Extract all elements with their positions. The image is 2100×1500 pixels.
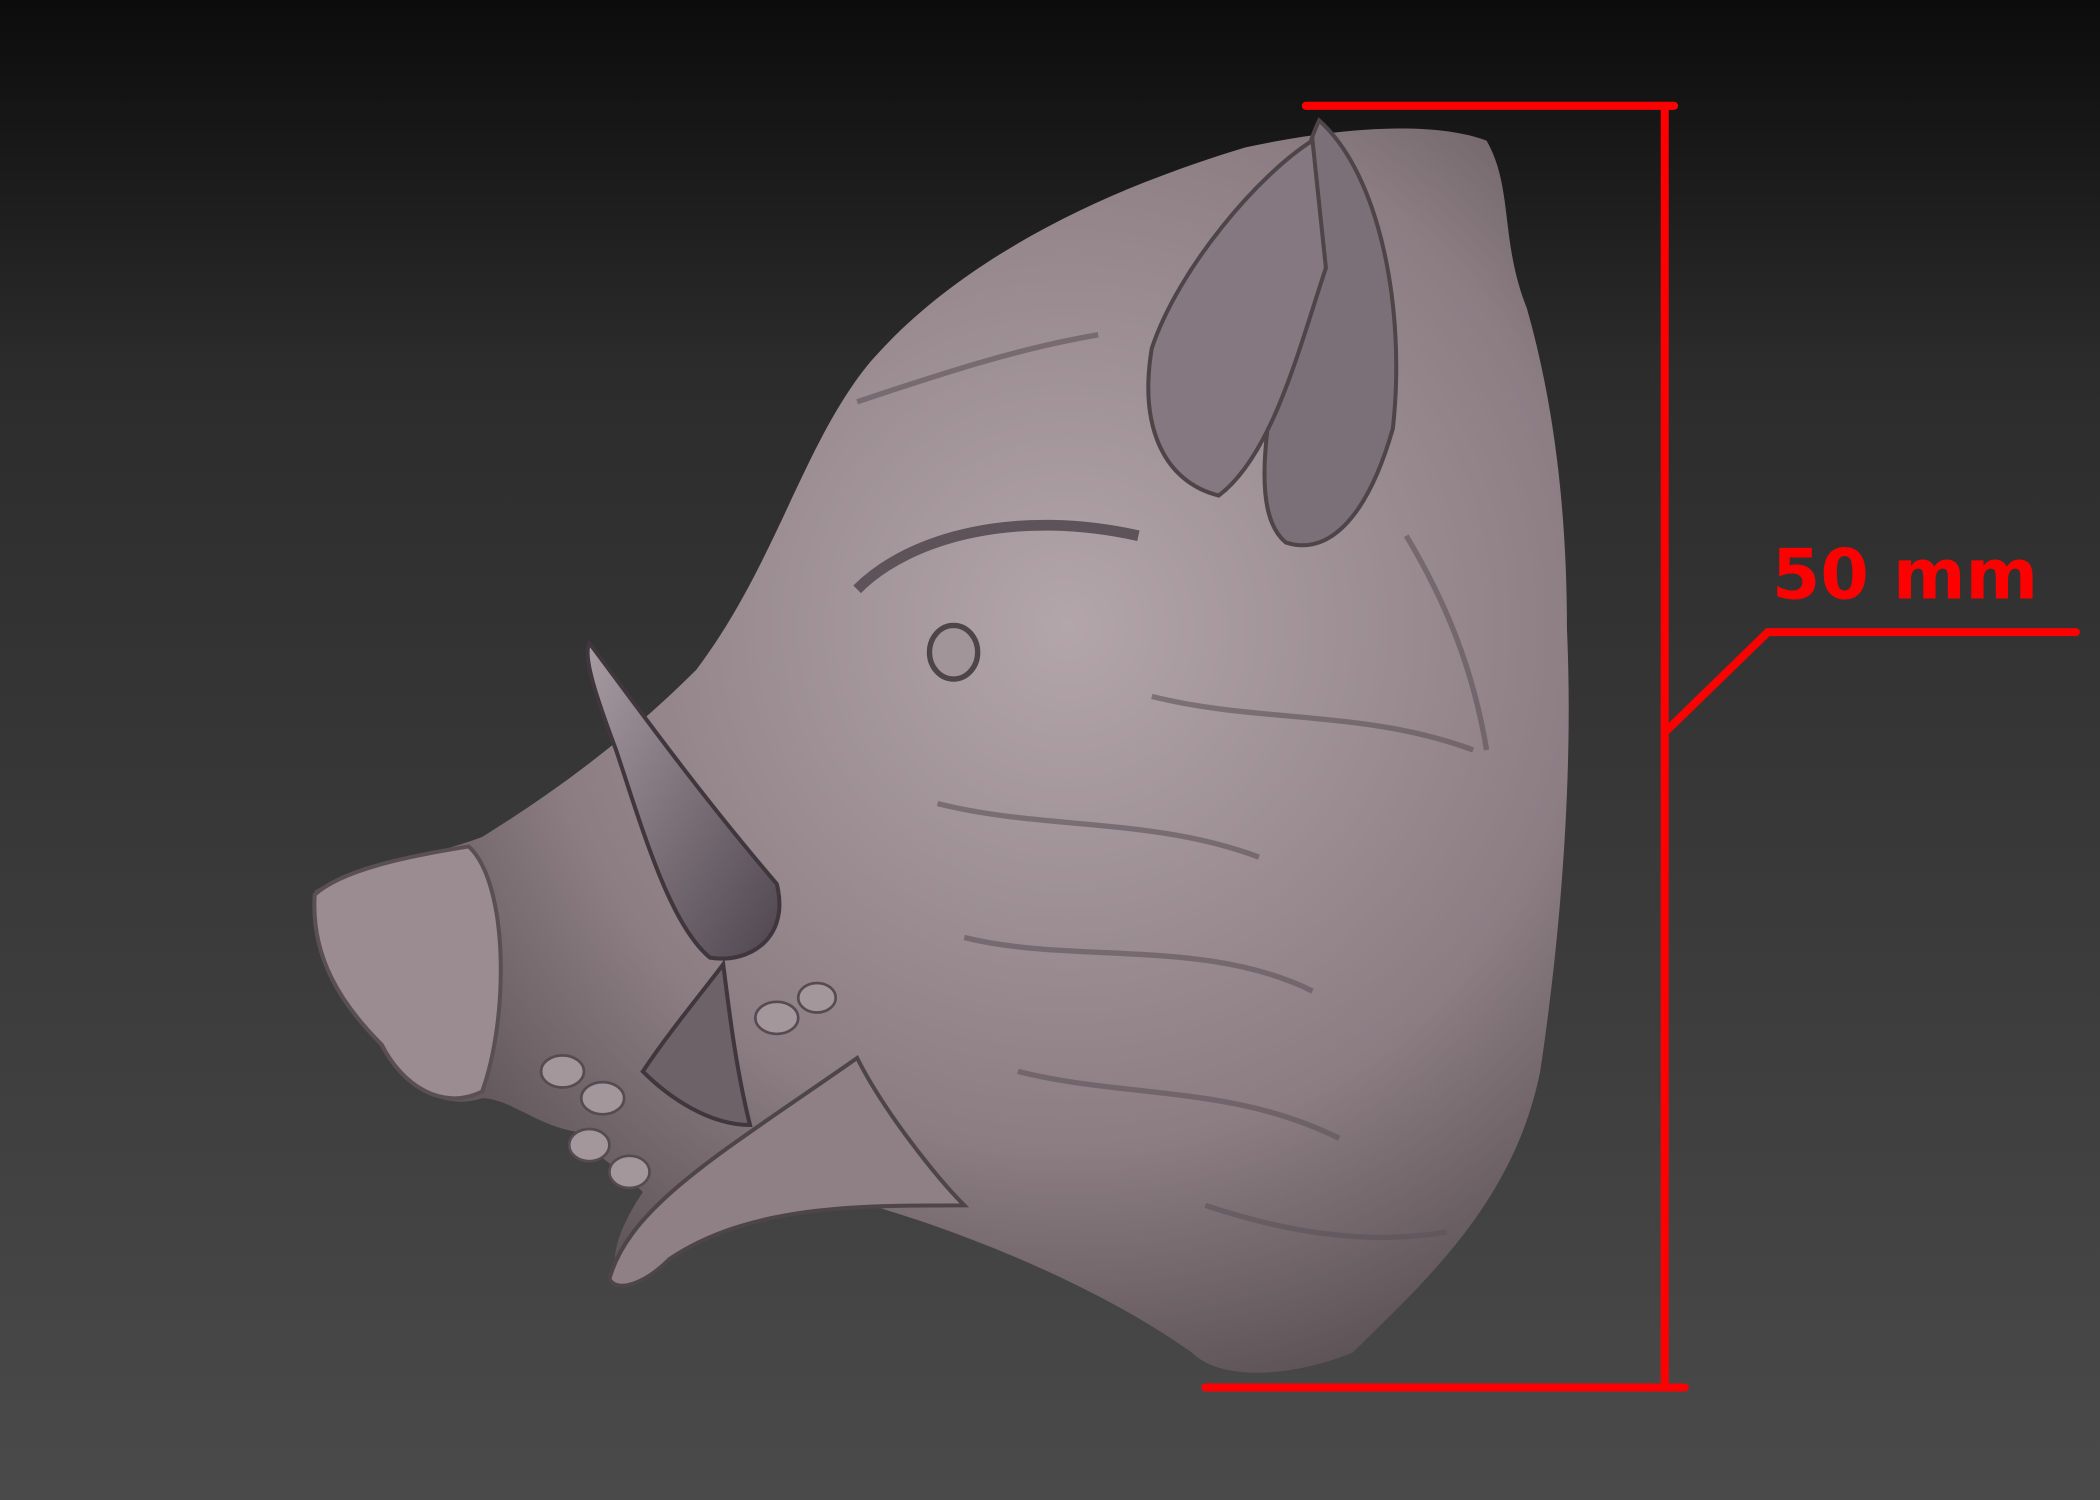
snout — [312, 844, 503, 1101]
dimension-label: 50 mm — [1772, 535, 2038, 616]
boar-head-model — [312, 117, 1569, 1373]
dimension-leader-line — [1663, 628, 2080, 734]
viewport: 50 mm — [312, 101, 2080, 1392]
eye — [926, 622, 981, 682]
